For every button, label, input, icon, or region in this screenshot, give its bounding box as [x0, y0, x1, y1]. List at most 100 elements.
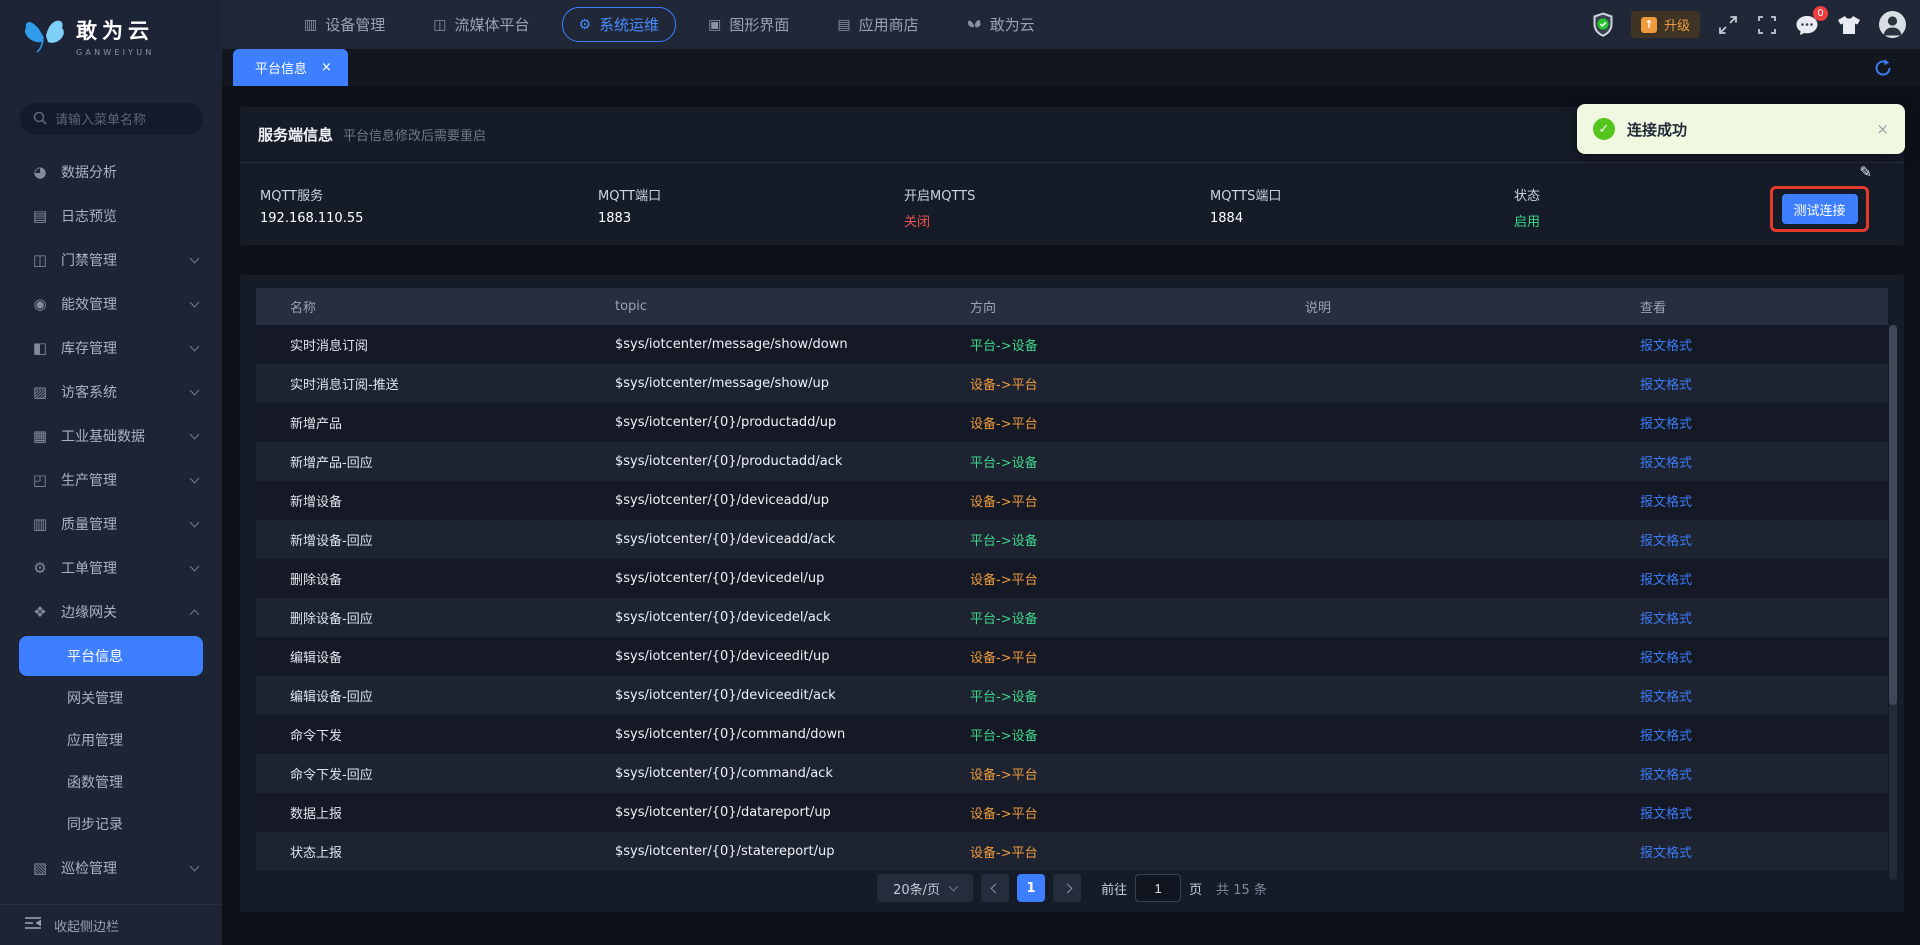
sidebar-item-quality-management[interactable]: ▥ 质量管理 — [0, 502, 222, 546]
topnav-item-stream-media-platform[interactable]: ◫ 流媒体平台 — [417, 8, 545, 41]
sidebar-item-industrial-base-data[interactable]: ▦ 工业基础数据 — [0, 414, 222, 458]
sidebar-item-inspection-management[interactable]: ▧ 巡检管理 — [0, 846, 222, 890]
sidebar-item-visitor-system[interactable]: ▨ 访客系统 — [0, 370, 222, 414]
sidebar-item-inventory-management[interactable]: ◧ 库存管理 — [0, 326, 222, 370]
view-format-link[interactable]: 报文格式 — [1640, 807, 1692, 822]
view-format-link[interactable]: 报文格式 — [1640, 690, 1692, 705]
cell-topic: $sys/iotcenter/{0}/datareport/up — [581, 805, 936, 820]
cell-name: 编辑设备 — [256, 647, 581, 666]
toast-close-icon[interactable]: × — [1876, 120, 1889, 138]
edit-pencil-icon[interactable]: ✎ — [1859, 163, 1872, 181]
topnav-item-system-ops[interactable]: ⚙ 系统运维 — [562, 7, 677, 42]
sidebar-item-access-control[interactable]: ◫ 门禁管理 — [0, 238, 222, 282]
sidebar-item-label: 工单管理 — [61, 558, 191, 578]
refresh-icon[interactable] — [1873, 58, 1893, 78]
field-value: 1883 — [598, 211, 904, 226]
cell-topic: $sys/iotcenter/{0}/productadd/ack — [581, 454, 936, 469]
topnav-item-label: 敢为云 — [990, 14, 1035, 35]
view-format-link[interactable]: 报文格式 — [1640, 417, 1692, 432]
pie-chart-icon: ◕ — [30, 163, 50, 181]
view-format-link[interactable]: 报文格式 — [1640, 573, 1692, 588]
sidebar-item-energy-management[interactable]: ◉ 能效管理 — [0, 282, 222, 326]
field-label: 开启MQTTS — [904, 185, 1210, 204]
cell-name: 命令下发 — [256, 725, 581, 744]
cell-direction: 平台->设备 — [936, 608, 1271, 627]
tab-close-icon[interactable]: × — [321, 60, 332, 75]
view-format-link[interactable]: 报文格式 — [1640, 651, 1692, 666]
view-format-link[interactable]: 报文格式 — [1640, 378, 1692, 393]
view-format-link[interactable]: 报文格式 — [1640, 768, 1692, 783]
collapse-sidebar-button[interactable]: 收起侧边栏 — [0, 904, 222, 945]
chevron-right-icon — [1062, 883, 1072, 893]
fullscreen-expand-icon[interactable] — [1717, 14, 1739, 36]
test-connection-button[interactable]: 测试连接 — [1782, 194, 1858, 224]
cell-direction: 设备->平台 — [936, 764, 1271, 783]
table-scrollbar-thumb[interactable] — [1889, 325, 1897, 705]
topnav-item-graphic-interface[interactable]: ▣ 图形界面 — [692, 8, 805, 41]
tab-platform-info[interactable]: 平台信息 × — [233, 49, 348, 86]
cell-name: 删除设备 — [256, 569, 581, 588]
field-label: MQTT端口 — [598, 185, 904, 204]
security-shield-icon[interactable] — [1592, 12, 1614, 37]
current-page-button[interactable]: 1 — [1017, 874, 1045, 902]
sidebar-item-data-analysis[interactable]: ◕ 数据分析 — [0, 150, 222, 194]
chevron-left-icon — [990, 883, 1000, 893]
next-page-button[interactable] — [1053, 874, 1081, 902]
sidebar-item-log-preview[interactable]: ▤ 日志预览 — [0, 194, 222, 238]
table-scrollbar-track — [1889, 325, 1897, 880]
field-value: 1884 — [1210, 211, 1514, 226]
cell-direction: 设备->平台 — [936, 569, 1271, 588]
sidebar-item-edge-gateway[interactable]: ❖ 边缘网关 — [0, 590, 222, 634]
user-avatar[interactable] — [1879, 11, 1906, 38]
topnav-item-device-management[interactable]: ▥ 设备管理 — [288, 8, 401, 41]
sidebar-subitem-sync-records[interactable]: 同步记录 — [19, 804, 203, 844]
chevron-down-icon — [190, 474, 200, 484]
topnav-item-label: 图形界面 — [729, 14, 789, 35]
cell-name: 实时消息订阅-推送 — [256, 374, 581, 393]
shirt-theme-icon[interactable] — [1836, 14, 1862, 36]
sidebar-subitem-platform-info[interactable]: 平台信息 — [19, 636, 203, 676]
inventory-icon: ◧ — [30, 339, 50, 357]
brand-logo: 敢为云 GANWEIYUN — [22, 14, 155, 58]
table-row: 新增产品-回应 $sys/iotcenter/{0}/productadd/ac… — [256, 442, 1888, 481]
search-input[interactable] — [55, 112, 187, 127]
inspection-icon: ▧ — [30, 859, 50, 877]
view-format-link[interactable]: 报文格式 — [1640, 534, 1692, 549]
frame-capture-icon[interactable] — [1756, 14, 1778, 36]
page-size-select[interactable]: 20条/页 — [877, 874, 973, 902]
upgrade-button[interactable]: ↑ 升级 — [1631, 11, 1700, 38]
tab-label: 平台信息 — [255, 58, 307, 77]
cell-name: 状态上报 — [256, 842, 581, 861]
view-format-link[interactable]: 报文格式 — [1640, 846, 1692, 861]
chevron-down-icon — [190, 562, 200, 572]
column-header-2: 方向 — [936, 297, 1271, 316]
topnav-item-app-store[interactable]: ▤ 应用商店 — [821, 8, 934, 41]
sidebar-menu: ◕ 数据分析 ▤ 日志预览 ◫ 门禁管理 ◉ 能效管理 ◧ 库存管理 ▨ — [0, 150, 222, 890]
menu-search-box[interactable] — [20, 103, 203, 135]
topnav-item-ganweiyun[interactable]: 敢为云 — [951, 8, 1051, 41]
view-format-link[interactable]: 报文格式 — [1640, 456, 1692, 471]
sidebar-subitem-label: 应用管理 — [67, 730, 123, 750]
sidebar-item-work-order-management[interactable]: ⚙ 工单管理 — [0, 546, 222, 590]
stream-media-icon: ◫ — [433, 17, 446, 33]
sidebar: 敢为云 GANWEIYUN ◕ 数据分析 ▤ 日志预览 ◫ 门禁管理 — [0, 0, 222, 945]
table-row: 删除设备 $sys/iotcenter/{0}/devicedel/up 设备-… — [256, 559, 1888, 598]
prev-page-button[interactable] — [981, 874, 1009, 902]
sidebar-subitem-function-management[interactable]: 函数管理 — [19, 762, 203, 802]
cell-topic: $sys/iotcenter/message/show/up — [581, 376, 936, 391]
messages-icon[interactable]: 0 — [1795, 14, 1819, 36]
sidebar-item-production-management[interactable]: ◰ 生产管理 — [0, 458, 222, 502]
view-format-link[interactable]: 报文格式 — [1640, 495, 1692, 510]
topnav-items: ▥ 设备管理 ◫ 流媒体平台 ⚙ 系统运维 ▣ 图形界面 ▤ 应用商店 敢为云 — [288, 0, 1051, 49]
cell-name: 数据上报 — [256, 803, 581, 822]
sidebar-subitem-gateway-management[interactable]: 网关管理 — [19, 678, 203, 718]
search-icon — [33, 110, 47, 129]
view-format-link[interactable]: 报文格式 — [1640, 729, 1692, 744]
view-format-link[interactable]: 报文格式 — [1640, 339, 1692, 354]
goto-page-input[interactable] — [1135, 874, 1181, 902]
collapse-label: 收起侧边栏 — [54, 916, 119, 935]
page-unit-label: 页 — [1189, 879, 1202, 898]
cell-topic: $sys/iotcenter/{0}/command/ack — [581, 766, 936, 781]
sidebar-subitem-app-management[interactable]: 应用管理 — [19, 720, 203, 760]
view-format-link[interactable]: 报文格式 — [1640, 612, 1692, 627]
